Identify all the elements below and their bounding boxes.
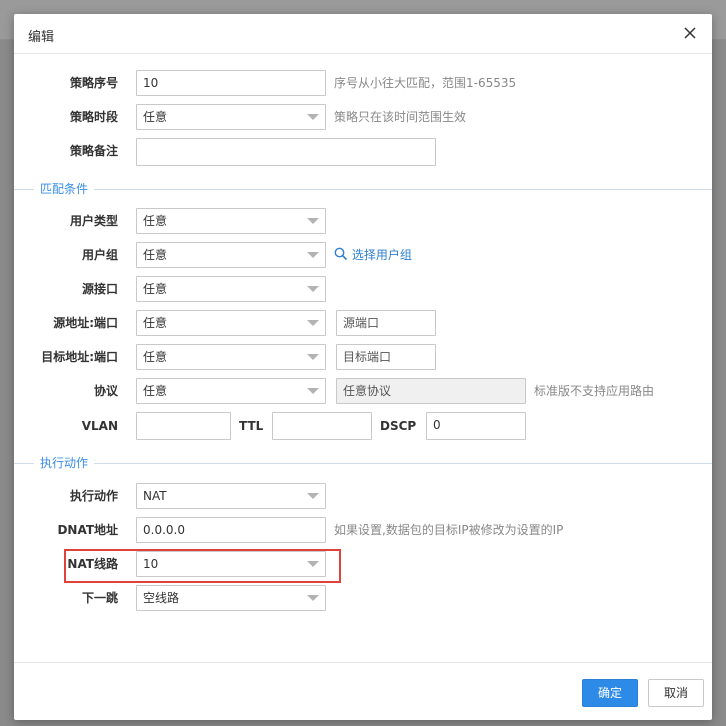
src-port-placeholder: 源端口	[343, 316, 380, 330]
src-addr-label: 源地址:端口	[53, 316, 118, 330]
src-addr-select[interactable]: 任意	[136, 310, 326, 336]
user-type-value: 任意	[143, 214, 168, 228]
row-vlan-ttl-dscp: VLAN TTL DSCP 0	[14, 412, 712, 440]
protocol-select[interactable]: 任意	[136, 378, 326, 404]
chevron-down-icon	[307, 114, 319, 120]
row-dnat: DNAT地址 0.0.0.0 如果设置,数据包的目标IP被修改为设置的IP	[14, 517, 712, 543]
policy-time-label: 策略时段	[69, 110, 118, 124]
src-iface-select[interactable]: 任意	[136, 276, 326, 302]
protocol-hint: 标准版不支持应用路由	[534, 384, 655, 398]
next-hop-select[interactable]: 空线路	[136, 585, 326, 611]
row-src-addr: 源地址:端口 任意 源端口	[14, 310, 712, 336]
ttl-input[interactable]	[272, 412, 372, 440]
src-iface-value: 任意	[143, 282, 168, 296]
protocol-label: 协议	[93, 384, 118, 398]
search-icon	[334, 247, 348, 261]
policy-seq-label: 策略序号	[69, 76, 118, 90]
row-user-group: 用户组 任意 选择用户组	[14, 242, 712, 268]
dnat-value: 0.0.0.0	[143, 523, 185, 537]
user-group-value: 任意	[143, 248, 168, 262]
action-value: NAT	[143, 489, 167, 503]
select-user-group-text: 选择用户组	[351, 248, 412, 262]
ttl-label: TTL	[239, 419, 264, 433]
app-protocol-placeholder: 任意协议	[343, 384, 392, 398]
policy-time-hint: 策略只在该时间范围生效	[334, 110, 467, 124]
user-type-label: 用户类型	[69, 214, 118, 228]
dnat-hint: 如果设置,数据包的目标IP被修改为设置的IP	[334, 523, 564, 537]
vlan-label: VLAN	[81, 419, 118, 433]
dialog-title: 编辑	[28, 30, 55, 45]
select-user-group-link[interactable]: 选择用户组	[334, 242, 412, 268]
src-addr-value: 任意	[143, 316, 168, 330]
dscp-label: DSCP	[380, 419, 417, 433]
dst-addr-select[interactable]: 任意	[136, 344, 326, 370]
chevron-down-icon	[307, 320, 319, 326]
highlight-annotation	[64, 549, 341, 583]
close-icon[interactable]	[682, 25, 698, 41]
policy-note-input[interactable]	[136, 138, 436, 166]
row-dst-addr: 目标地址:端口 任意 目标端口	[14, 344, 712, 370]
dnat-input[interactable]: 0.0.0.0	[136, 517, 326, 543]
chevron-down-icon	[307, 388, 319, 394]
edit-dialog: 编辑 策略序号 10 序号从小往大匹配，范围1-65535 策略时段 任意 策略…	[14, 14, 712, 720]
chevron-down-icon	[307, 493, 319, 499]
section-action-title: 执行动作	[34, 454, 95, 472]
row-policy-seq: 策略序号 10 序号从小往大匹配，范围1-65535	[14, 70, 712, 96]
app-protocol-input: 任意协议	[336, 378, 526, 404]
policy-time-value: 任意	[143, 110, 168, 124]
src-iface-label: 源接口	[81, 282, 118, 296]
section-action: 执行动作	[14, 454, 712, 474]
row-user-type: 用户类型 任意	[14, 208, 712, 234]
action-label: 执行动作	[69, 489, 118, 503]
vlan-input[interactable]	[136, 412, 231, 440]
policy-seq-value: 10	[143, 76, 159, 90]
src-port-input[interactable]: 源端口	[336, 310, 436, 336]
dscp-value: 0	[433, 418, 441, 432]
dst-port-placeholder: 目标端口	[343, 350, 392, 364]
policy-seq-hint: 序号从小往大匹配，范围1-65535	[334, 76, 517, 90]
user-type-select[interactable]: 任意	[136, 208, 326, 234]
next-hop-label: 下一跳	[81, 591, 118, 605]
confirm-button[interactable]: 确定	[582, 679, 638, 707]
chevron-down-icon	[307, 595, 319, 601]
row-src-iface: 源接口 任意	[14, 276, 712, 302]
row-action: 执行动作 NAT	[14, 483, 712, 509]
chevron-down-icon	[307, 286, 319, 292]
protocol-value: 任意	[143, 384, 168, 398]
section-divider	[14, 463, 712, 464]
section-match: 匹配条件	[14, 180, 712, 200]
policy-seq-input[interactable]: 10	[136, 70, 326, 96]
policy-note-label: 策略备注	[69, 144, 118, 158]
policy-time-select[interactable]: 任意	[136, 104, 326, 130]
row-protocol: 协议 任意 任意协议 标准版不支持应用路由	[14, 378, 712, 404]
row-next-hop: 下一跳 空线路	[14, 585, 712, 611]
dnat-label: DNAT地址	[57, 523, 118, 537]
row-policy-time: 策略时段 任意 策略只在该时间范围生效	[14, 104, 712, 130]
action-select[interactable]: NAT	[136, 483, 326, 509]
section-match-title: 匹配条件	[34, 180, 95, 198]
next-hop-value: 空线路	[143, 591, 180, 605]
dialog-footer: 确定 取消	[14, 662, 712, 720]
user-group-select[interactable]: 任意	[136, 242, 326, 268]
dst-addr-label: 目标地址:端口	[41, 350, 118, 364]
dscp-input[interactable]: 0	[426, 412, 526, 440]
section-divider	[14, 189, 712, 190]
user-group-label: 用户组	[81, 248, 118, 262]
dialog-header: 编辑	[14, 14, 712, 54]
row-policy-note: 策略备注	[14, 138, 712, 166]
dst-port-input[interactable]: 目标端口	[336, 344, 436, 370]
chevron-down-icon	[307, 252, 319, 258]
chevron-down-icon	[307, 218, 319, 224]
cancel-button[interactable]: 取消	[648, 679, 704, 707]
chevron-down-icon	[307, 354, 319, 360]
dst-addr-value: 任意	[143, 350, 168, 364]
